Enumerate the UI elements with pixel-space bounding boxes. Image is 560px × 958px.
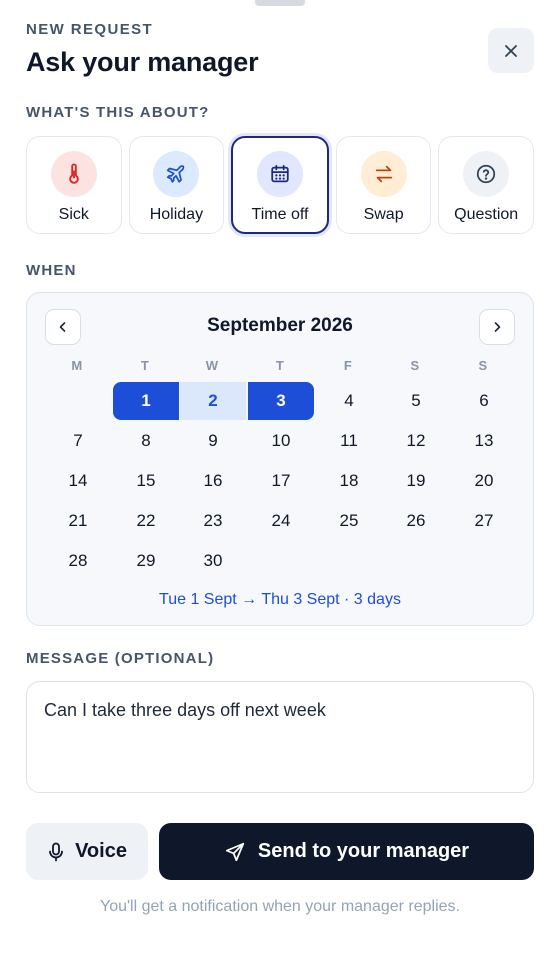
calendar-day[interactable]: 25: [316, 502, 382, 540]
page-title: Ask your manager: [26, 47, 259, 77]
calendar-day[interactable]: 27: [451, 502, 517, 540]
calendar-day[interactable]: 17: [248, 462, 314, 500]
calendar-day[interactable]: 26: [383, 502, 449, 540]
calendar-day[interactable]: 9: [180, 422, 246, 460]
category-section-label: WHAT'S THIS ABOUT?: [26, 104, 210, 121]
calendar-day[interactable]: 18: [316, 462, 382, 500]
notification-hint: You'll get a notification when your mana…: [99, 898, 460, 915]
voice-button[interactable]: Voice: [26, 823, 148, 880]
range-summary: Tue 1 Sept → Thu 3 Sept · 3 days: [159, 591, 401, 608]
calendar-day[interactable]: 24: [248, 502, 314, 540]
calendar-day[interactable]: 13: [451, 422, 517, 460]
category-label: Swap: [363, 206, 404, 223]
swap-icon: [375, 165, 392, 183]
calendar-day[interactable]: 5: [383, 382, 449, 420]
calendar-day[interactable]: 1: [113, 382, 179, 420]
weekday-label: T: [140, 358, 149, 373]
calendar-day[interactable]: 30: [180, 542, 246, 580]
thermometer-icon-wrap: [50, 151, 97, 197]
calendar-day[interactable]: 15: [113, 462, 179, 500]
voice-label: Voice: [75, 840, 127, 862]
month-title: September 2026: [207, 315, 353, 336]
question-icon-wrap: [463, 151, 510, 197]
send-button[interactable]: Send to your manager: [159, 823, 534, 880]
weekday-label: M: [71, 358, 83, 373]
category-holiday[interactable]: Holiday: [128, 136, 225, 234]
calendar-day[interactable]: 11: [316, 422, 382, 460]
microphone-icon: [49, 842, 63, 861]
when-section-label: WHEN: [26, 262, 77, 279]
category-label: Question: [454, 206, 519, 223]
plane-icon-wrap: [153, 151, 200, 197]
calendar-day[interactable]: 21: [45, 502, 111, 540]
calendar-day[interactable]: 22: [113, 502, 179, 540]
calendar-day[interactable]: 6: [451, 382, 517, 420]
thermometer-icon: [69, 163, 79, 184]
category-swap[interactable]: Swap: [335, 136, 432, 234]
calendar-day[interactable]: 3: [248, 382, 314, 420]
category-sick[interactable]: Sick: [26, 136, 122, 234]
calendar-day[interactable]: 4: [316, 382, 382, 420]
plane-icon: [167, 165, 185, 183]
calendar-day[interactable]: 12: [383, 422, 449, 460]
drag-handle[interactable]: [255, 0, 305, 6]
calendar-icon-wrap: [256, 151, 303, 197]
category-label: Holiday: [149, 206, 204, 223]
calendar-day[interactable]: 7: [45, 422, 111, 460]
close-icon: [505, 44, 517, 57]
date-picker: September 2026 MTWTFSS 1 2 3 4 5 6 7 8 9 10 11 12 13…: [26, 292, 534, 626]
weekday-label: F: [343, 358, 352, 373]
next-month-button[interactable]: [479, 309, 515, 345]
calendar-icon: [271, 164, 289, 183]
category-time-off[interactable]: Time off: [231, 136, 329, 234]
calendar-day[interactable]: 29: [113, 542, 179, 580]
calendar-day[interactable]: 8: [113, 422, 179, 460]
calendar-day[interactable]: 23: [180, 502, 246, 540]
calendar-day[interactable]: 14: [45, 462, 111, 500]
category-picker: Sick Holiday Time off Swap Question: [26, 136, 534, 234]
close-button[interactable]: [488, 28, 534, 73]
weekday-label: S: [478, 358, 488, 373]
calendar-day[interactable]: 20: [451, 462, 517, 500]
question-icon: [477, 164, 496, 184]
message-section-label: MESSAGE (OPTIONAL): [26, 650, 215, 667]
calendar-day[interactable]: 19: [383, 462, 449, 500]
category-label: Time off: [251, 206, 309, 223]
category-label: Sick: [58, 206, 89, 223]
weekday-label: W: [205, 358, 218, 373]
message-input[interactable]: Can I take three days off next week: [26, 681, 534, 793]
category-question[interactable]: Question: [438, 136, 534, 234]
send-label: Send to your manager: [257, 840, 470, 862]
send-icon: [225, 842, 245, 861]
calendar-day[interactable]: 2: [180, 382, 246, 420]
weekday-label: S: [410, 358, 420, 373]
chevron-right-icon: [494, 322, 501, 332]
calendar-day[interactable]: 10: [248, 422, 314, 460]
eyebrow-label: NEW REQUEST: [26, 21, 154, 38]
calendar-day[interactable]: 28: [45, 542, 111, 580]
swap-icon-wrap: [360, 151, 407, 197]
weekday-label: T: [275, 358, 284, 373]
calendar-day[interactable]: 16: [180, 462, 246, 500]
